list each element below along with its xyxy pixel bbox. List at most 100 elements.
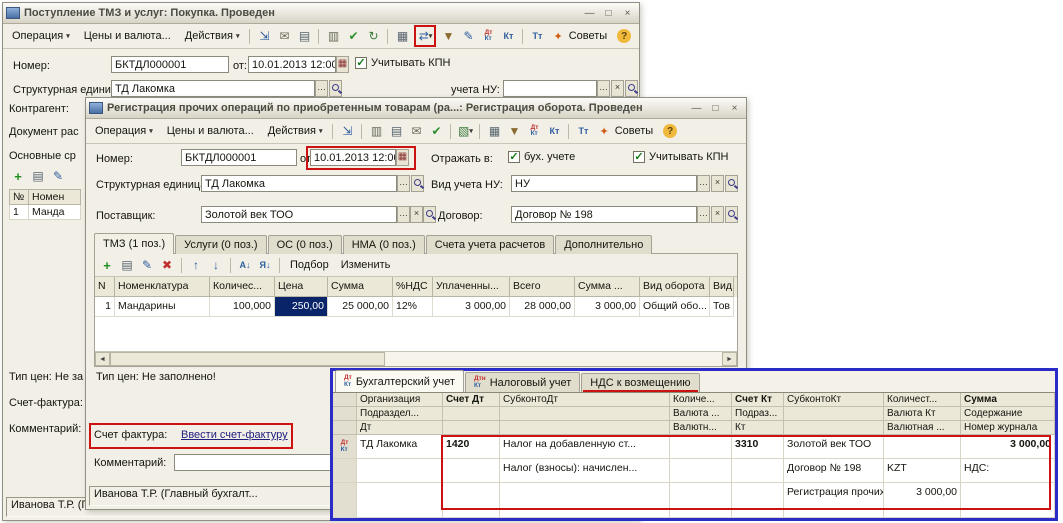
advice-button[interactable]: ✦Советы: [592, 122, 660, 141]
operation-menu-button[interactable]: Операция▾: [88, 122, 160, 140]
write-and-close-icon[interactable]: ⇲: [338, 122, 356, 140]
items-cell[interactable]: Общий обо...: [640, 297, 710, 317]
refresh-icon[interactable]: ↻: [364, 27, 382, 45]
advice-button[interactable]: ✦Советы: [546, 27, 614, 46]
prices-currency-button[interactable]: Цены и валюта...: [160, 122, 261, 140]
close-icon[interactable]: ×: [621, 8, 634, 19]
items-cell[interactable]: 100,000: [210, 297, 275, 317]
add-row-icon[interactable]: +: [98, 256, 116, 274]
grid-cell[interactable]: 3 000,00: [884, 483, 961, 518]
magnifier-icon[interactable]: [625, 80, 638, 97]
grid-cell[interactable]: Золотой век ТОО: [784, 435, 884, 459]
grid-cell[interactable]: [443, 459, 500, 483]
kpn-checkbox[interactable]: ✓Учитывать КПН: [355, 57, 451, 69]
grid-cell[interactable]: [333, 483, 357, 518]
date-field[interactable]: 10.01.2013 12:00:01: [310, 149, 396, 166]
fg-titlebar[interactable]: Регистрация прочих операций по приобрете…: [86, 98, 746, 119]
nu-type-field[interactable]: НУ: [511, 175, 697, 192]
tab-ндс-к-возмещению[interactable]: НДС к возмещению: [581, 373, 699, 392]
scrollbar-track[interactable]: [110, 352, 722, 366]
delete-row-icon[interactable]: ✖: [158, 256, 176, 274]
copy-row-icon[interactable]: ▤: [118, 256, 136, 274]
nu-account-field[interactable]: [503, 80, 597, 97]
structural-unit-field[interactable]: ТД Лакомка: [111, 80, 315, 97]
sort-asc-icon[interactable]: А↓: [236, 256, 254, 274]
maximize-icon[interactable]: □: [602, 8, 615, 19]
actions-menu-button[interactable]: Действия▾: [178, 27, 247, 45]
clear-icon[interactable]: ×: [711, 175, 724, 192]
items-cell[interactable]: Тов: [710, 297, 734, 317]
change-button[interactable]: Изменить: [336, 257, 396, 273]
grid-cell[interactable]: [357, 483, 443, 518]
grid-cell[interactable]: [732, 459, 784, 483]
tab-ос-0-поз-[interactable]: ОС (0 поз.): [268, 235, 342, 254]
grid-cell[interactable]: Договор № 198: [784, 459, 884, 483]
choose-icon[interactable]: …: [397, 206, 410, 223]
sort-desc-icon[interactable]: Я↓: [256, 256, 274, 274]
accounting-checkbox[interactable]: ✓бух. учете: [508, 151, 575, 163]
items-selected-cell[interactable]: 250,00: [275, 297, 328, 317]
grid-cell[interactable]: [961, 483, 1055, 518]
dt-kt-icon[interactable]: ДтКт: [479, 27, 497, 45]
grid-cell[interactable]: [333, 459, 357, 483]
grid-cell[interactable]: [670, 435, 732, 459]
grid-cell[interactable]: 1420: [443, 435, 500, 459]
move-up-icon[interactable]: ↑: [187, 256, 205, 274]
items-column-header[interactable]: Всего: [510, 277, 575, 297]
contract-field[interactable]: Договор № 198: [511, 206, 697, 223]
items-cell[interactable]: 28 000,00: [510, 297, 575, 317]
tab-счета-учета-расчетов[interactable]: Счета учета расчетов: [426, 235, 554, 254]
mail-icon[interactable]: ✉: [407, 122, 425, 140]
tab-нма-0-поз-[interactable]: НМА (0 поз.): [343, 235, 425, 254]
magnifier-icon[interactable]: [725, 206, 738, 223]
number-field[interactable]: БКТДЛ000001: [111, 56, 229, 73]
edit-row-icon[interactable]: ✎: [138, 256, 156, 274]
number-field[interactable]: БКТДЛ000001: [181, 149, 297, 166]
table-row[interactable]: 1Манда: [9, 205, 81, 220]
grid-cell[interactable]: НДС:: [961, 459, 1055, 483]
write-and-close-icon[interactable]: ⇲: [255, 27, 273, 45]
list-settings-icon[interactable]: ▦: [393, 27, 411, 45]
supplier-field[interactable]: Золотой век ТОО: [201, 206, 397, 223]
enter-invoice-link[interactable]: Ввести счет-фактуру: [181, 429, 288, 441]
items-column-header[interactable]: Вид: [710, 277, 734, 297]
choose-icon[interactable]: …: [315, 80, 328, 97]
items-column-header[interactable]: Количес...: [210, 277, 275, 297]
tab-бухгалтерский-учет[interactable]: ДтКтБухгалтерский учет: [335, 370, 464, 392]
help-icon[interactable]: ?: [663, 124, 677, 138]
choose-icon[interactable]: …: [397, 175, 410, 192]
grid-cell[interactable]: [357, 459, 443, 483]
choose-icon[interactable]: …: [697, 206, 710, 223]
grid-cell[interactable]: ДтКт: [333, 435, 357, 459]
help-icon[interactable]: ?: [617, 29, 631, 43]
kpn-checkbox[interactable]: ✓Учитывать КПН: [633, 151, 729, 163]
grid-cell[interactable]: Налог на добавленную ст...: [500, 435, 670, 459]
copy-document-icon[interactable]: ▥: [367, 122, 385, 140]
kt-icon[interactable]: Кт: [499, 27, 517, 45]
choose-icon[interactable]: …: [697, 175, 710, 192]
structure-icon[interactable]: Тт: [574, 122, 592, 140]
structural-unit-field[interactable]: ТД Лакомка: [201, 175, 397, 192]
items-column-header[interactable]: Вид оборота: [640, 277, 710, 297]
maximize-icon[interactable]: □: [709, 103, 722, 114]
add-icon[interactable]: +: [9, 167, 27, 185]
items-column-header[interactable]: Сумма: [328, 277, 393, 297]
magnifier-icon[interactable]: [725, 175, 738, 192]
scrollbar-thumb[interactable]: [110, 352, 385, 366]
tab-услуги-0-поз-[interactable]: Услуги (0 поз.): [175, 235, 266, 254]
copy-document-icon[interactable]: ▥: [324, 27, 342, 45]
dt-kt-icon[interactable]: ДтКт: [525, 122, 543, 140]
operation-menu-button[interactable]: Операция▾: [5, 27, 77, 45]
tab-дополнительно[interactable]: Дополнительно: [555, 235, 652, 254]
tab-тмз-1-поз-[interactable]: ТМЗ (1 поз.): [94, 233, 174, 254]
calendar-icon[interactable]: ▦: [396, 149, 409, 166]
grid-cell[interactable]: [670, 459, 732, 483]
filter-icon[interactable]: ▼: [439, 27, 457, 45]
items-column-header[interactable]: %НДС: [393, 277, 433, 297]
grid-cell[interactable]: [500, 483, 670, 518]
items-cell[interactable]: 12%: [393, 297, 433, 317]
grid-cell[interactable]: ТД Лакомка: [357, 435, 443, 459]
grid-cell[interactable]: Налог (взносы): начислен...: [500, 459, 670, 483]
grid-cell[interactable]: [732, 483, 784, 518]
grid-cell[interactable]: 3310: [732, 435, 784, 459]
